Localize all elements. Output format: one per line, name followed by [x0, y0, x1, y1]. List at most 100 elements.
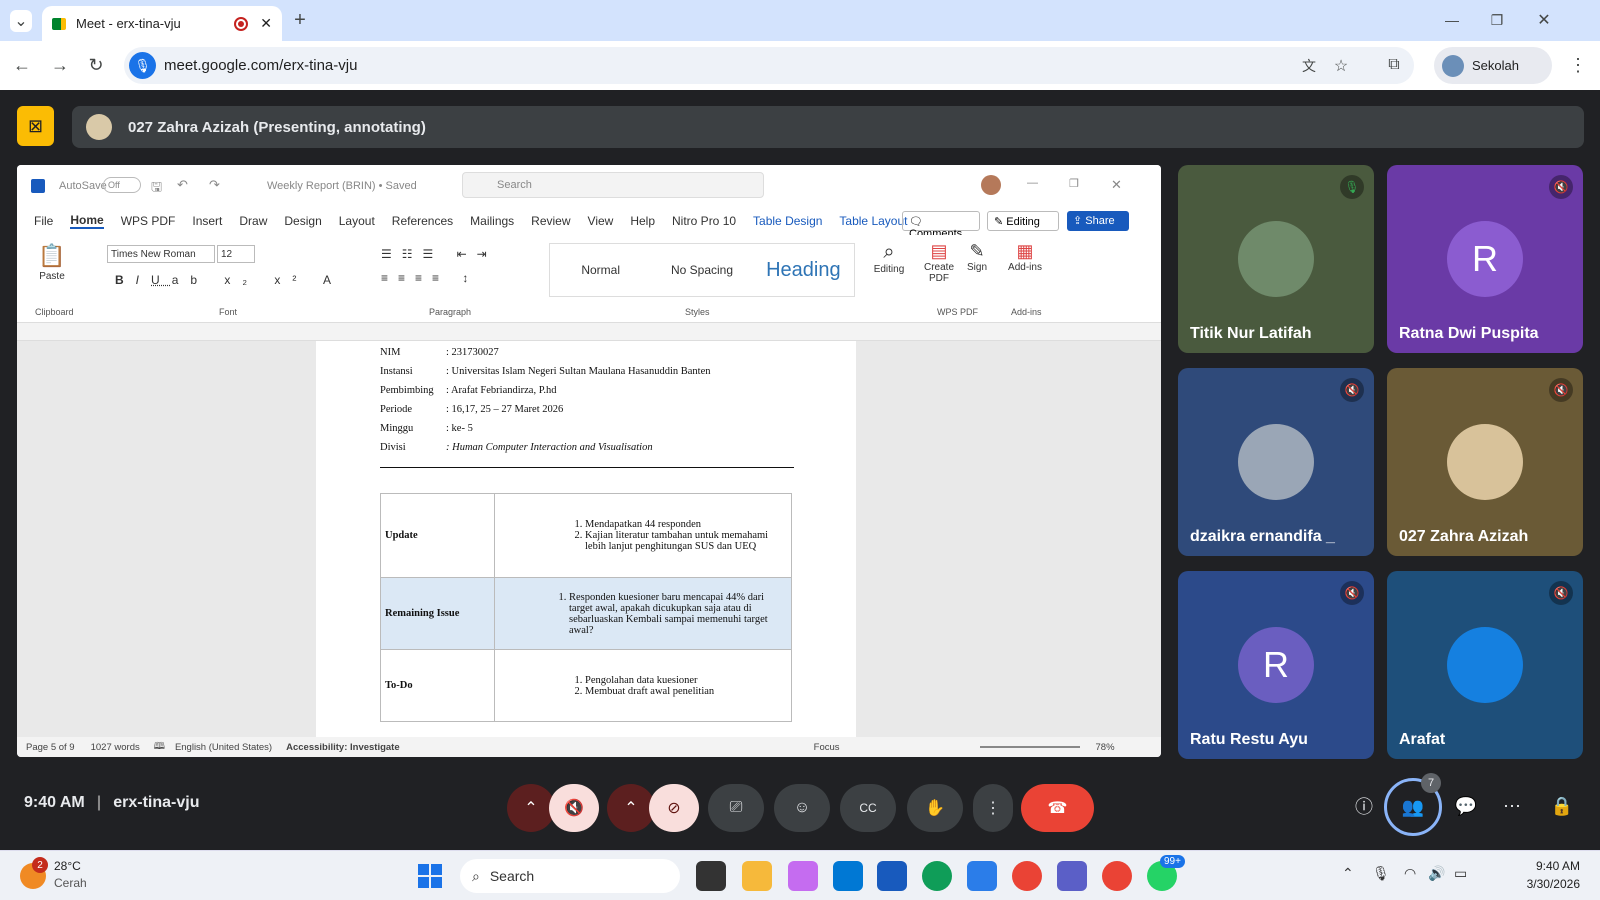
video-options-icon[interactable]: ⌃: [607, 784, 655, 832]
leave-call-button[interactable]: ☎: [1021, 784, 1094, 832]
font-format-buttons[interactable]: BIUab x₂ x² A: [115, 273, 343, 287]
editing-mode-button[interactable]: ✎ Editing: [987, 211, 1059, 231]
ribbon-tab[interactable]: Design: [284, 214, 321, 228]
close-tab-icon[interactable]: ✕: [260, 15, 272, 32]
participant-tile[interactable]: 🔇 Arafat: [1387, 571, 1583, 759]
paste-button[interactable]: 📋 Paste: [37, 243, 67, 301]
participant-tile[interactable]: R 🔇 Ratu Restu Ayu: [1178, 571, 1374, 759]
forward-icon[interactable]: →: [48, 53, 72, 77]
font-size-select[interactable]: 12: [217, 245, 255, 263]
ribbon-tab[interactable]: References: [392, 214, 453, 228]
copilot-icon[interactable]: [788, 861, 818, 891]
zoom-slider[interactable]: [979, 746, 1080, 748]
outlook-icon[interactable]: [833, 861, 863, 891]
zoom-level[interactable]: 78%: [1096, 742, 1115, 753]
word-search-box[interactable]: Search: [462, 172, 764, 198]
wifi-icon[interactable]: ◠: [1404, 865, 1416, 882]
font-name-select[interactable]: Times New Roman: [107, 245, 215, 263]
people-button[interactable]: 👥 7: [1384, 773, 1442, 836]
ribbon-tab[interactable]: Table Design: [753, 214, 822, 228]
ribbon-tab[interactable]: WPS PDF: [121, 214, 176, 228]
comments-button[interactable]: 🗨 Comments: [902, 211, 980, 240]
editing-button[interactable]: ⌕ Editing: [871, 241, 907, 275]
teams-icon[interactable]: [1057, 861, 1087, 891]
back-icon[interactable]: ←: [10, 53, 34, 77]
autosave-toggle[interactable]: Off: [103, 177, 141, 193]
language-status[interactable]: English (United States): [175, 742, 272, 753]
word-count[interactable]: 1027 words: [91, 742, 140, 753]
save-icon[interactable]: 🖫: [151, 178, 162, 200]
activities-icon[interactable]: ⋯: [1498, 792, 1526, 820]
document-area[interactable]: NIM: 231730027 Instansi: Universitas Isla…: [17, 341, 1161, 737]
weather-temp[interactable]: 28°C: [54, 859, 81, 873]
word-icon[interactable]: [877, 861, 907, 891]
ribbon-tab[interactable]: File: [34, 214, 53, 228]
accessibility-status[interactable]: Accessibility: Investigate: [286, 742, 400, 753]
audio-options-icon[interactable]: ⌃: [507, 784, 555, 832]
taskbar-search[interactable]: ⌕ Search: [460, 859, 680, 893]
ribbon-tab[interactable]: Draw: [239, 214, 267, 228]
word-user-avatar[interactable]: [981, 175, 1001, 195]
word-restore-icon[interactable]: ❐: [1069, 177, 1079, 190]
task-view-icon[interactable]: [696, 861, 726, 891]
ribbon-tab[interactable]: Insert: [192, 214, 222, 228]
edge-icon[interactable]: [922, 861, 952, 891]
profile-button[interactable]: Sekolah: [1434, 47, 1552, 84]
browser-menu-icon[interactable]: ⋮: [1568, 53, 1588, 77]
start-icon[interactable]: [418, 864, 442, 888]
chat-icon[interactable]: 💬: [1452, 792, 1480, 820]
participant-tile[interactable]: 🔇 dzaikra ernandifa _: [1178, 368, 1374, 556]
microphone-tray-icon[interactable]: 🎙: [1372, 865, 1390, 882]
ribbon-tab[interactable]: Mailings: [470, 214, 514, 228]
restore-icon[interactable]: ❐: [1485, 6, 1509, 34]
bookmark-star-icon[interactable]: ☆: [1330, 55, 1352, 77]
align-buttons[interactable]: ≡≡≡≡ ↕: [381, 271, 478, 285]
style-option[interactable]: No Spacing: [651, 263, 752, 277]
proofing-icon[interactable]: 🕮: [154, 739, 165, 755]
word-minimize-icon[interactable]: —: [1027, 177, 1038, 189]
participant-tile[interactable]: 🔇 027 Zahra Azizah: [1387, 368, 1583, 556]
omnibox[interactable]: 🎙 meet.google.com/erx-tina-vju 文 ☆: [124, 47, 1414, 84]
new-tab-icon[interactable]: +: [288, 8, 312, 32]
reload-icon[interactable]: ↻: [84, 53, 108, 77]
mic-toggle-button[interactable]: 🔇: [549, 784, 599, 832]
chrome-profile-icon[interactable]: [1102, 861, 1132, 891]
paragraph-buttons[interactable]: ☰☷☰ ⇤⇥: [381, 247, 497, 261]
style-option[interactable]: Heading: [753, 259, 854, 282]
styles-gallery[interactable]: Normal No Spacing Heading: [549, 243, 855, 297]
extensions-icon[interactable]: ⧉: [1382, 53, 1406, 77]
tab-search-icon[interactable]: ⌄: [10, 10, 32, 32]
ribbon-tab[interactable]: View: [588, 214, 614, 228]
participant-tile[interactable]: 🎙 Titik Nur Latifah: [1178, 165, 1374, 353]
translate-icon[interactable]: 文: [1298, 55, 1320, 77]
weather-condition[interactable]: Cerah: [54, 876, 87, 890]
file-explorer-icon[interactable]: [742, 861, 772, 891]
volume-icon[interactable]: 🔊: [1428, 865, 1445, 882]
tab-meet[interactable]: Meet - erx-tina-vju ✕: [42, 6, 282, 41]
ribbon-tab[interactable]: Home: [70, 213, 104, 229]
tray-chevron-icon[interactable]: ⌃: [1342, 865, 1354, 882]
participant-tile[interactable]: R 🔇 Ratna Dwi Puspita: [1387, 165, 1583, 353]
present-button[interactable]: ⎚: [708, 784, 764, 832]
focus-mode-button[interactable]: Focus: [814, 742, 840, 753]
close-window-icon[interactable]: ✕: [1532, 6, 1556, 34]
ribbon-tab[interactable]: Table Layout: [839, 214, 907, 228]
more-options-icon[interactable]: ⋮: [973, 784, 1013, 832]
m365-icon[interactable]: [967, 861, 997, 891]
redo-icon[interactable]: ↷: [209, 177, 220, 193]
create-pdf-button[interactable]: ▤ Create PDF: [921, 241, 957, 284]
camera-toggle-button[interactable]: ⊘: [649, 784, 699, 832]
meeting-details-icon[interactable]: ⓘ: [1350, 792, 1378, 820]
addins-button[interactable]: ▦ Add-ins: [1003, 241, 1047, 273]
page-count[interactable]: Page 5 of 9: [26, 742, 75, 753]
ribbon-tab[interactable]: Review: [531, 214, 570, 228]
reactions-button[interactable]: ☺: [774, 784, 830, 832]
microphone-in-use-icon[interactable]: 🎙: [129, 52, 156, 79]
chrome-icon[interactable]: [1012, 861, 1042, 891]
ribbon-tab[interactable]: Nitro Pro 10: [672, 214, 736, 228]
clock-time[interactable]: 9:40 AM: [1510, 859, 1580, 873]
word-close-icon[interactable]: ✕: [1111, 177, 1122, 193]
document-title[interactable]: Weekly Report (BRIN) • Saved: [267, 180, 417, 192]
style-option[interactable]: Normal: [550, 263, 651, 277]
host-controls-icon[interactable]: 🔒: [1548, 792, 1576, 820]
